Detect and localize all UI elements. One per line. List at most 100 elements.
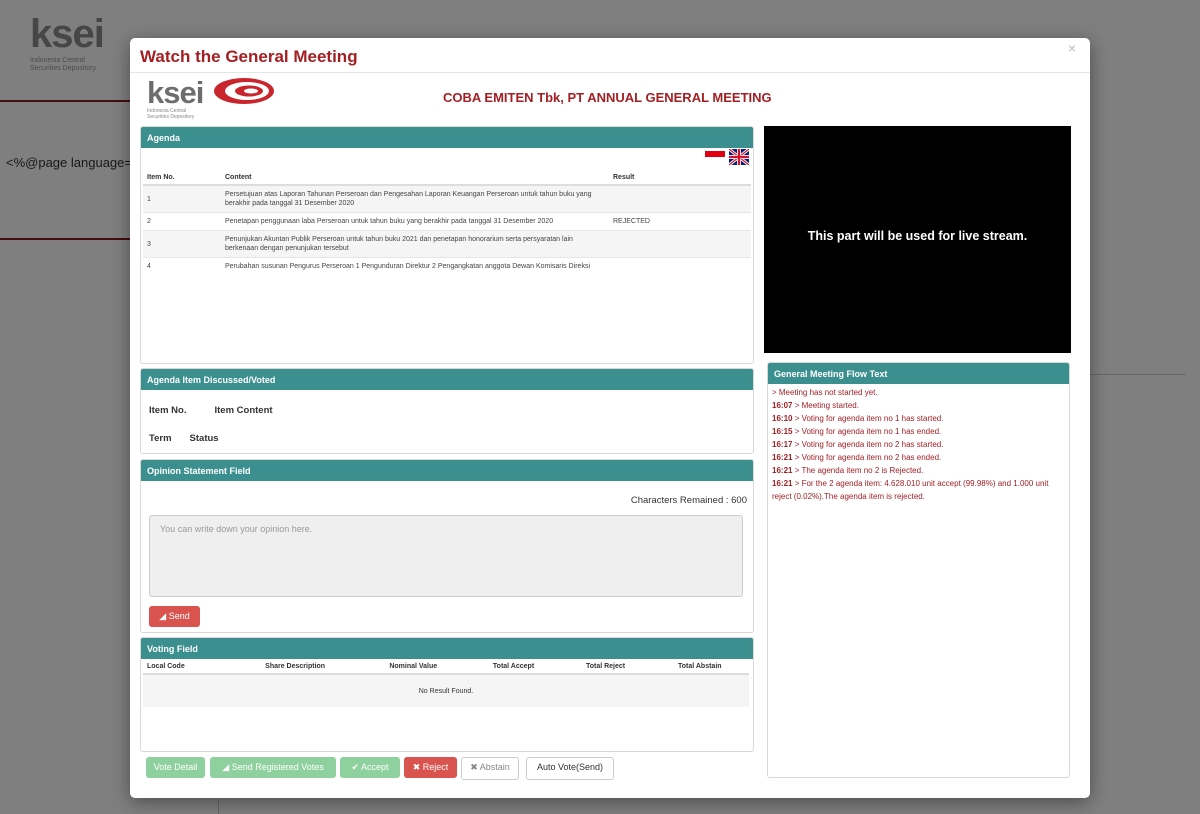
agenda-heading: Agenda [141, 127, 753, 148]
close-icon[interactable]: × [1068, 40, 1076, 56]
vote-detail-button[interactable]: Vote Detail [146, 757, 205, 778]
agenda-item-result [609, 230, 751, 258]
flow-text: > Voting for agenda item no 1 has starte… [792, 414, 944, 423]
check-icon: ✔ [351, 762, 359, 772]
watch-meeting-modal: Watch the General Meeting × ksei Indones… [130, 38, 1090, 798]
auto-vote-button[interactable]: Auto Vote(Send) [526, 757, 614, 780]
abstain-label: Abstain [479, 762, 510, 772]
term-label: Term [149, 433, 172, 444]
table-row: 1 Persetujuan atas Laporan Tahunan Perse… [143, 184, 751, 213]
flow-time: 16:21 [772, 453, 793, 462]
cross-icon: ✖ [470, 762, 478, 772]
live-stream-text: This part will be used for live stream. [807, 229, 1028, 243]
flow-text: > The agenda item no 2 is Rejected. [792, 466, 924, 475]
modal-header: Watch the General Meeting × [130, 38, 1090, 73]
accept-label: Accept [361, 762, 389, 772]
agenda-item-no: 4 [143, 257, 221, 275]
ksei-logo: ksei Indonesia Central Securities Deposi… [147, 75, 274, 120]
flow-time: 16:15 [772, 427, 793, 436]
agenda-panel: Agenda Item No. Content Result 1 Persetu… [140, 126, 754, 364]
vote-detail-label: Vote Detail [153, 762, 198, 772]
flow-line: > Meeting has not started yet. [772, 388, 878, 397]
discussed-item-row: Item No. Item Content [149, 405, 301, 416]
flow-text: > Voting for agenda item no 2 has ended. [792, 453, 942, 462]
voting-panel: Voting Field Local Code Share Descriptio… [140, 637, 754, 752]
table-row: 4 Perubahan susunan Pengurus Perseroan 1… [143, 257, 751, 275]
column-header-item-no: Item No. [143, 170, 221, 186]
flow-line: 16:07 > Meeting started. [772, 399, 1065, 412]
agenda-item-no: 3 [143, 230, 221, 258]
flow-time: 16:21 [772, 479, 793, 488]
agenda-item-no: 1 [143, 184, 221, 213]
send-icon: ◢ [159, 611, 167, 621]
agenda-item-content: Persetujuan atas Laporan Tahunan Persero… [221, 184, 609, 213]
flow-line: 16:17 > Voting for agenda item no 2 has … [772, 438, 1065, 451]
status-label: Status [189, 433, 219, 444]
item-no-label: Item No. [149, 405, 187, 416]
brand-row: ksei Indonesia Central Securities Deposi… [130, 76, 1090, 120]
flow-text: > For the 2 agenda item: 4.628.010 unit … [772, 479, 1049, 501]
flow-log: > Meeting has not started yet. 16:07 > M… [768, 384, 1069, 505]
column-header-nominal-value: Nominal Value [359, 660, 467, 675]
item-content-label: Item Content [214, 405, 273, 416]
agenda-item-no: 2 [143, 212, 221, 231]
voting-table: Local Code Share Description Nominal Val… [143, 660, 749, 707]
characters-remaining: Characters Remained : 600 [630, 495, 747, 506]
table-row: 2 Penetapan penggunaan laba Perseroan un… [143, 212, 751, 231]
opinion-textarea[interactable]: You can write down your opinion here. [149, 515, 743, 597]
agenda-table: Item No. Content Result 1 Persetujuan at… [143, 170, 751, 275]
flow-line: 16:15 > Voting for agenda item no 1 has … [772, 425, 1065, 438]
flow-time: 16:21 [772, 466, 793, 475]
flow-time: 16:07 [772, 401, 793, 410]
meeting-flow-panel: General Meeting Flow Text > Meeting has … [767, 362, 1070, 778]
send-icon: ◢ [222, 762, 230, 772]
flow-line: 16:10 > Voting for agenda item no 1 has … [772, 412, 1065, 425]
column-header-result: Result [609, 170, 751, 186]
flow-line: 16:21 > The agenda item no 2 is Rejected… [772, 464, 1065, 477]
opinion-heading: Opinion Statement Field [141, 460, 753, 481]
flow-text: > Meeting started. [792, 401, 859, 410]
abstain-button[interactable]: ✖ Abstain [461, 757, 519, 780]
agenda-item-result [609, 184, 751, 213]
meeting-title: COBA EMITEN Tbk, PT ANNUAL GENERAL MEETI… [443, 90, 772, 105]
flow-line: 16:21 > For the 2 agenda item: 4.628.010… [772, 477, 1065, 503]
reject-label: Reject [422, 762, 449, 772]
send-registered-label: Send Registered Votes [231, 762, 324, 772]
agenda-item-result [609, 257, 751, 275]
column-header-local-code: Local Code [143, 660, 231, 675]
empty-message: No Result Found. [143, 674, 749, 707]
reject-button[interactable]: ✖ Reject [404, 757, 457, 778]
accept-button[interactable]: ✔ Accept [340, 757, 400, 778]
discussed-term-row: Term Status [149, 433, 237, 444]
indonesia-flag-icon[interactable] [705, 151, 725, 163]
language-switcher [705, 149, 751, 169]
table-row: No Result Found. [143, 674, 749, 707]
flow-time: 16:17 [772, 440, 793, 449]
column-header-total-abstain: Total Abstain [650, 660, 749, 675]
flow-text: > Voting for agenda item no 2 has starte… [792, 440, 944, 449]
flow-text: > Voting for agenda item no 1 has ended. [792, 427, 942, 436]
table-row: 3 Penunjukan Akuntan Publik Perseroan un… [143, 230, 751, 258]
agenda-item-content: Perubahan susunan Pengurus Perseroan 1 P… [221, 257, 609, 275]
send-label: Send [168, 611, 190, 621]
column-header-share-description: Share Description [230, 660, 360, 675]
ksei-logo-text: ksei [147, 75, 204, 110]
agenda-item-result: REJECTED [609, 212, 751, 231]
cross-icon: ✖ [412, 762, 421, 772]
agenda-item-content: Penetapan penggunaan laba Perseroan untu… [221, 212, 609, 231]
auto-vote-label: Auto Vote(Send) [536, 762, 604, 772]
live-stream-area[interactable]: This part will be used for live stream. [764, 126, 1071, 353]
voting-heading: Voting Field [141, 638, 753, 659]
send-registered-votes-button[interactable]: ◢ Send Registered Votes [210, 757, 336, 778]
ksei-swirl-icon [214, 78, 274, 104]
column-header-total-reject: Total Reject [560, 660, 651, 675]
uk-flag-icon[interactable] [729, 149, 749, 165]
agenda-item-content: Penunjukan Akuntan Publik Perseroan untu… [221, 230, 609, 258]
send-button[interactable]: ◢ Send [149, 606, 200, 627]
column-header-content: Content [221, 170, 609, 186]
column-header-total-accept: Total Accept [466, 660, 561, 675]
flow-line: 16:21 > Voting for agenda item no 2 has … [772, 451, 1065, 464]
flow-time: 16:10 [772, 414, 793, 423]
discussed-heading: Agenda Item Discussed/Voted [141, 369, 753, 390]
flow-heading: General Meeting Flow Text [768, 363, 1069, 384]
